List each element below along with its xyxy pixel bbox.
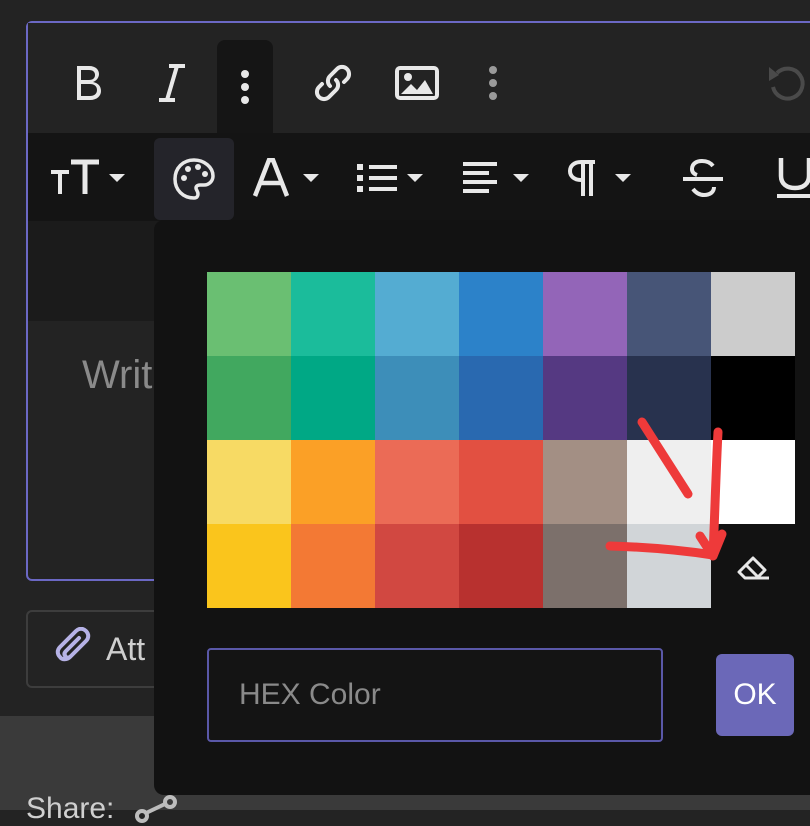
color-swatch[interactable] bbox=[459, 356, 543, 440]
color-swatch[interactable] bbox=[291, 356, 375, 440]
paragraph-icon bbox=[567, 160, 631, 196]
image-icon bbox=[395, 66, 439, 100]
color-picker-popup: OK bbox=[154, 220, 810, 795]
text-color-palette-button[interactable] bbox=[154, 138, 234, 220]
editor-placeholder[interactable]: Writ bbox=[82, 353, 152, 398]
color-swatch[interactable] bbox=[291, 272, 375, 356]
undo-button[interactable] bbox=[762, 55, 810, 111]
color-swatch[interactable] bbox=[291, 440, 375, 524]
color-swatch[interactable] bbox=[375, 524, 459, 608]
list-button[interactable] bbox=[354, 153, 432, 203]
color-swatch-grid bbox=[207, 272, 795, 608]
eraser-icon bbox=[737, 556, 769, 580]
paragraph-format-button[interactable] bbox=[566, 153, 644, 203]
strikethrough-button[interactable] bbox=[678, 153, 728, 203]
text-size-icon bbox=[51, 159, 125, 194]
color-swatch[interactable] bbox=[543, 272, 627, 356]
more-options-button-2[interactable] bbox=[478, 55, 508, 111]
remove-color-button[interactable] bbox=[711, 524, 795, 608]
color-swatch[interactable] bbox=[711, 272, 795, 356]
color-swatch[interactable] bbox=[711, 440, 795, 524]
toolbar-primary bbox=[28, 23, 810, 133]
color-swatch[interactable] bbox=[207, 524, 291, 608]
color-swatch[interactable] bbox=[291, 524, 375, 608]
link-icon bbox=[314, 64, 352, 102]
color-swatch[interactable] bbox=[627, 524, 711, 608]
paperclip-icon bbox=[55, 627, 91, 662]
list-icon bbox=[357, 164, 423, 192]
color-swatch[interactable] bbox=[375, 356, 459, 440]
palette-icon bbox=[173, 158, 215, 200]
share-label: Share: bbox=[26, 792, 115, 825]
undo-icon bbox=[769, 66, 805, 101]
color-swatch[interactable] bbox=[459, 524, 543, 608]
color-swatch[interactable] bbox=[627, 272, 711, 356]
italic-button[interactable] bbox=[148, 55, 196, 111]
more-options-button[interactable] bbox=[217, 40, 273, 133]
text-size-button[interactable] bbox=[48, 153, 132, 203]
color-swatch[interactable] bbox=[207, 440, 291, 524]
font-color-button[interactable] bbox=[250, 153, 328, 203]
color-swatch[interactable] bbox=[375, 440, 459, 524]
color-swatch[interactable] bbox=[627, 440, 711, 524]
strikethrough-icon bbox=[683, 158, 723, 198]
color-swatch[interactable] bbox=[627, 356, 711, 440]
attach-label: Att bbox=[106, 630, 146, 667]
color-swatch[interactable] bbox=[543, 440, 627, 524]
italic-icon bbox=[159, 64, 185, 102]
underline-button[interactable] bbox=[770, 153, 810, 203]
more-vertical-icon bbox=[241, 69, 249, 104]
underline-icon bbox=[777, 158, 810, 198]
image-button[interactable] bbox=[392, 55, 442, 111]
color-swatch[interactable] bbox=[459, 440, 543, 524]
toolbar-secondary bbox=[28, 133, 810, 221]
color-swatch[interactable] bbox=[375, 272, 459, 356]
more-vertical-icon bbox=[489, 66, 497, 100]
align-button[interactable] bbox=[460, 153, 538, 203]
align-left-icon bbox=[463, 162, 529, 193]
font-color-icon bbox=[252, 158, 319, 197]
color-swatch[interactable] bbox=[459, 272, 543, 356]
color-swatch[interactable] bbox=[207, 272, 291, 356]
ok-button[interactable]: OK bbox=[716, 654, 794, 736]
share-row: Share: bbox=[26, 792, 178, 826]
link-button[interactable] bbox=[308, 55, 358, 111]
hex-color-input[interactable] bbox=[207, 648, 663, 742]
color-swatch[interactable] bbox=[543, 356, 627, 440]
share-icon[interactable] bbox=[134, 794, 178, 824]
bold-button[interactable] bbox=[64, 55, 112, 111]
bold-icon bbox=[77, 66, 101, 100]
color-swatch[interactable] bbox=[543, 524, 627, 608]
color-swatch[interactable] bbox=[207, 356, 291, 440]
color-swatch[interactable] bbox=[711, 356, 795, 440]
